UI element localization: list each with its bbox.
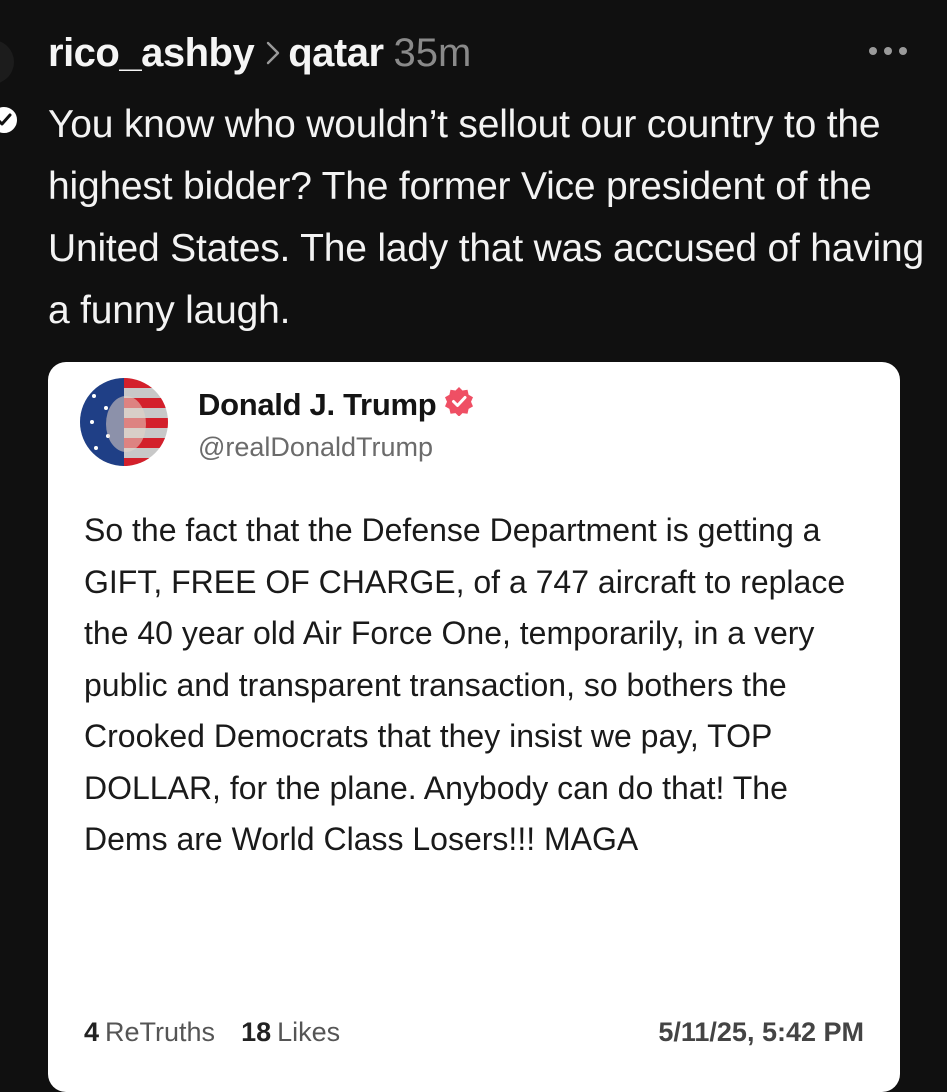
retruths-label: ReTruths bbox=[105, 1016, 216, 1047]
post-header: rico_ashby qatar 35m bbox=[48, 24, 907, 82]
embedded-author-handle[interactable]: @realDonaldTrump bbox=[198, 432, 433, 463]
likes-label: Likes bbox=[277, 1016, 341, 1047]
post-timestamp: 35m bbox=[393, 30, 472, 75]
likes-count: 18 bbox=[241, 1016, 272, 1047]
embedded-post-footer: 4 ReTruths 18 Likes 5/11/25, 5:42 PM bbox=[84, 1014, 864, 1050]
embedded-avatar[interactable] bbox=[80, 378, 168, 466]
retruths-stat[interactable]: 4 ReTruths bbox=[84, 1017, 215, 1048]
embedded-post-body: So the fact that the Defense Department … bbox=[84, 512, 846, 857]
likes-stat[interactable]: 18 Likes bbox=[241, 1017, 340, 1048]
username-link[interactable]: rico_ashby bbox=[48, 31, 255, 76]
embedded-author-name[interactable]: Donald J. Trump bbox=[198, 386, 474, 424]
verified-badge-icon bbox=[444, 386, 474, 424]
post-text: You know who wouldn’t sellout our countr… bbox=[48, 103, 924, 332]
embedded-post-card[interactable]: Donald J. Trump @realDonaldTrump So the … bbox=[48, 362, 900, 1092]
chevron-right-icon bbox=[266, 41, 280, 65]
more-options-icon[interactable] bbox=[869, 34, 907, 68]
embedded-author-label: Donald J. Trump bbox=[198, 387, 437, 422]
retruths-count: 4 bbox=[84, 1016, 100, 1047]
embedded-timestamp: 5/11/25, 5:42 PM bbox=[658, 1016, 864, 1047]
community-link[interactable]: qatar bbox=[288, 31, 384, 76]
follow-check-icon[interactable] bbox=[0, 104, 20, 136]
author-avatar[interactable] bbox=[0, 40, 14, 84]
